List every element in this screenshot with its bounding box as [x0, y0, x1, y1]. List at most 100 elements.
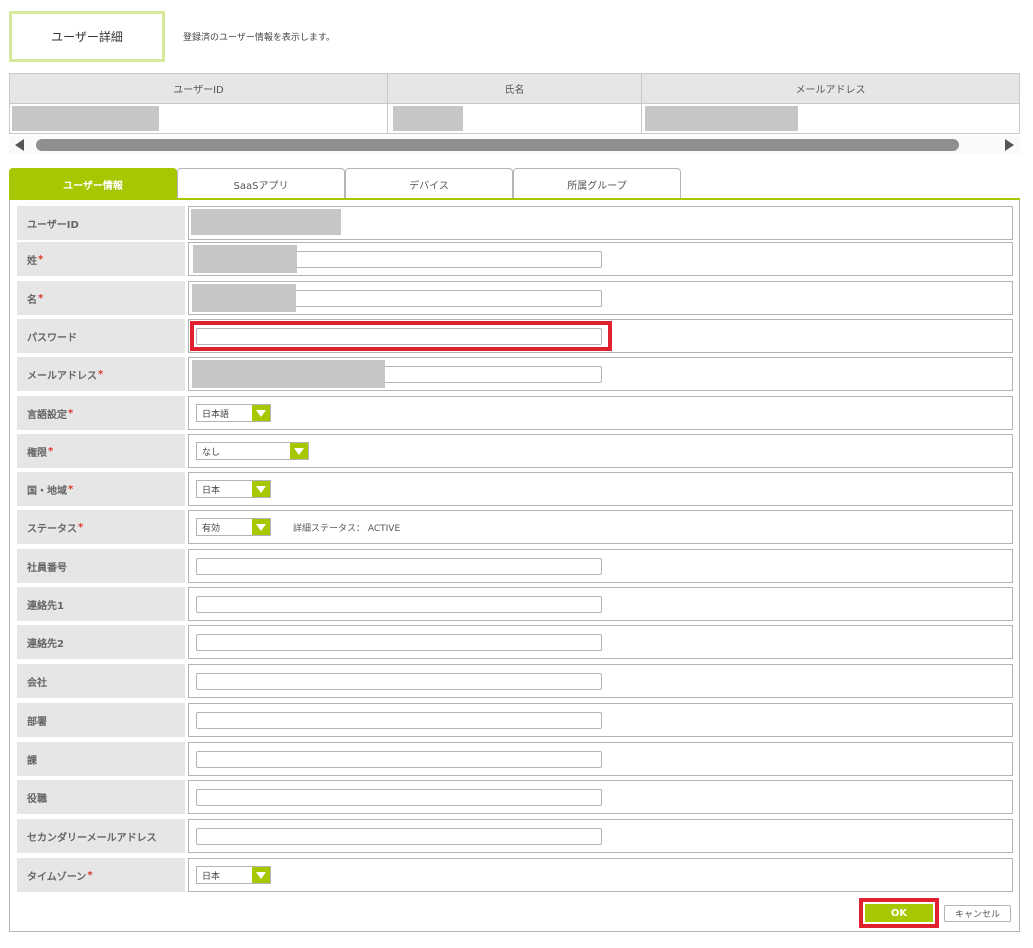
- page-title: ユーザー詳細: [51, 30, 123, 44]
- value-status: 有効 詳細ステータス： ACTIVE: [188, 510, 1013, 544]
- column-header-name: 氏名: [387, 73, 642, 104]
- label-email: メールアドレス *: [17, 357, 185, 391]
- permission-select[interactable]: なし: [196, 442, 309, 460]
- cell-email: [641, 103, 1020, 134]
- value-company: [188, 664, 1013, 698]
- tab-devices[interactable]: デバイス: [345, 168, 513, 199]
- contact1-input[interactable]: [196, 595, 602, 613]
- redacted-block: [191, 209, 341, 235]
- value-last-name: [188, 242, 1013, 276]
- chevron-down-icon[interactable]: [252, 867, 270, 883]
- language-select-value: 日本語: [202, 409, 230, 420]
- contact2-input[interactable]: [196, 633, 602, 651]
- cell-name: [387, 103, 642, 134]
- ok-highlight-box: [859, 898, 939, 928]
- redacted-block: [645, 106, 798, 131]
- language-select[interactable]: 日本語: [196, 404, 271, 422]
- value-position: [188, 780, 1013, 814]
- redacted-block: [12, 106, 159, 131]
- chevron-down-icon[interactable]: [252, 481, 270, 497]
- label-department: 部署: [17, 703, 185, 737]
- status-select[interactable]: 有効: [196, 518, 271, 536]
- label-language: 言語設定 *: [17, 396, 185, 430]
- section-input[interactable]: [196, 750, 602, 768]
- value-language: 日本語: [188, 396, 1013, 430]
- form-row-contact2: 連絡先2: [17, 625, 1013, 659]
- password-highlight-box: [190, 321, 612, 351]
- scrollbar-thumb[interactable]: [36, 139, 959, 151]
- company-input[interactable]: [196, 672, 602, 690]
- form-row-first-name: 名 *: [17, 281, 1013, 315]
- table-header-row: ユーザーID 氏名 メールアドレス: [9, 73, 1020, 104]
- chevron-down-icon[interactable]: [252, 405, 270, 421]
- secondary-email-input[interactable]: [196, 827, 602, 845]
- value-user-id: [188, 206, 1013, 240]
- label-employee-number: 社員番号: [17, 549, 185, 583]
- label-timezone: タイムゾーン *: [17, 858, 185, 892]
- form-row-user-id: ユーザーID: [17, 206, 1013, 240]
- position-input[interactable]: [196, 788, 602, 806]
- form-row-country: 国・地域 * 日本: [17, 472, 1013, 506]
- form-row-position: 役職: [17, 780, 1013, 814]
- value-email: [188, 357, 1013, 391]
- detail-status-text: 詳細ステータス： ACTIVE: [293, 523, 401, 534]
- tab-saas-apps[interactable]: SaaSアプリ: [177, 168, 345, 199]
- form-row-company: 会社: [17, 664, 1013, 698]
- label-country: 国・地域 *: [17, 472, 185, 506]
- label-user-id: ユーザーID: [17, 206, 185, 240]
- country-select[interactable]: 日本: [196, 480, 271, 498]
- label-section: 課: [17, 742, 185, 776]
- status-select-value: 有効: [202, 523, 221, 534]
- permission-select-value: なし: [202, 447, 221, 458]
- chevron-down-icon[interactable]: [290, 443, 308, 459]
- form-row-timezone: タイムゾーン * 日本: [17, 858, 1013, 892]
- value-employee-number: [188, 549, 1013, 583]
- column-header-user-id: ユーザーID: [9, 73, 388, 104]
- form-row-language: 言語設定 * 日本語: [17, 396, 1013, 430]
- form-row-permission: 権限 * なし: [17, 434, 1013, 468]
- label-password: パスワード: [17, 319, 185, 353]
- form-row-email: メールアドレス *: [17, 357, 1013, 391]
- employee-number-input[interactable]: [196, 557, 602, 575]
- form-row-password: パスワード: [17, 319, 1013, 353]
- form-row-contact1: 連絡先1: [17, 587, 1013, 621]
- form-row-section: 課: [17, 742, 1013, 776]
- tab-user-info[interactable]: ユーザー情報: [9, 168, 177, 199]
- label-contact1: 連絡先1: [17, 587, 185, 621]
- timezone-select[interactable]: 日本: [196, 866, 271, 884]
- department-input[interactable]: [196, 711, 602, 729]
- value-permission: なし: [188, 434, 1013, 468]
- value-section: [188, 742, 1013, 776]
- form-row-department: 部署: [17, 703, 1013, 737]
- value-country: 日本: [188, 472, 1013, 506]
- form-row-last-name: 姓 *: [17, 242, 1013, 276]
- value-department: [188, 703, 1013, 737]
- horizontal-scrollbar[interactable]: [9, 136, 1020, 154]
- label-first-name: 名 *: [17, 281, 185, 315]
- redacted-block: [192, 284, 296, 312]
- tab-groups[interactable]: 所属グループ: [513, 168, 681, 199]
- country-select-value: 日本: [202, 485, 221, 496]
- form-row-secondary-email: セカンダリーメールアドレス: [17, 819, 1013, 853]
- label-secondary-email: セカンダリーメールアドレス: [17, 819, 185, 853]
- page-title-box: ユーザー詳細: [9, 11, 165, 62]
- value-contact1: [188, 587, 1013, 621]
- form-row-employee-number: 社員番号: [17, 549, 1013, 583]
- timezone-select-value: 日本: [202, 871, 221, 882]
- value-timezone: 日本: [188, 858, 1013, 892]
- chevron-down-icon[interactable]: [252, 519, 270, 535]
- page-description: 登録済のユーザー情報を表示します。: [183, 33, 335, 43]
- scroll-right-icon[interactable]: [1005, 139, 1014, 151]
- user-summary-table: ユーザーID 氏名 メールアドレス: [9, 73, 1020, 134]
- scroll-left-icon[interactable]: [15, 139, 24, 151]
- cancel-button[interactable]: キャンセル: [944, 905, 1011, 922]
- tab-bar: ユーザー情報 SaaSアプリ デバイス 所属グループ: [9, 168, 681, 199]
- label-last-name: 姓 *: [17, 242, 185, 276]
- label-position: 役職: [17, 780, 185, 814]
- column-header-email: メールアドレス: [641, 73, 1020, 104]
- label-company: 会社: [17, 664, 185, 698]
- value-contact2: [188, 625, 1013, 659]
- label-contact2: 連絡先2: [17, 625, 185, 659]
- redacted-block: [193, 245, 297, 273]
- user-info-form: ユーザーID 姓 * 名 * パスワード メールアドレス * 言語設定 * 日本…: [9, 200, 1020, 932]
